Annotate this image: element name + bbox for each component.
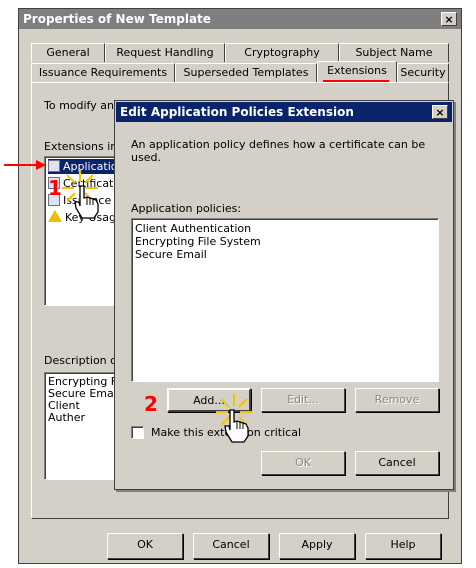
tab-general[interactable]: General — [31, 43, 105, 62]
dialog-cancel-button[interactable]: Cancel — [355, 451, 439, 475]
policy-item[interactable]: Encrypting File System — [135, 235, 435, 248]
hand-cursor-icon — [224, 409, 249, 443]
help-button[interactable]: Help — [365, 533, 441, 559]
dialog-titlebar[interactable]: Edit Application Policies Extension × — [116, 102, 452, 122]
tab-subject-name[interactable]: Subject Name — [339, 43, 449, 62]
critical-checkbox[interactable] — [131, 426, 144, 439]
certificate-icon — [48, 160, 60, 172]
policy-item[interactable]: Secure Email — [135, 248, 435, 261]
description-line: Client Auther — [48, 399, 86, 424]
window-title: Properties of New Template — [23, 12, 211, 26]
window-titlebar[interactable]: Properties of New Template × — [19, 9, 461, 29]
apply-button[interactable]: Apply — [279, 533, 355, 559]
dialog-ok-button[interactable]: OK — [261, 451, 345, 475]
description-box: Encrypting F Secure Emai Client Auther — [44, 372, 124, 480]
extensions-label: Extensions in — [44, 140, 118, 153]
ok-button[interactable]: OK — [107, 533, 183, 559]
window-close-button[interactable]: × — [441, 12, 457, 26]
description-label: Description o — [44, 354, 117, 367]
edit-button[interactable]: Edit... — [261, 388, 345, 412]
dialog-close-button[interactable]: × — [432, 105, 448, 119]
dialog-title: Edit Application Policies Extension — [120, 105, 354, 119]
tab-security[interactable]: Security — [397, 63, 449, 82]
intro-text: To modify an — [44, 99, 114, 112]
policies-label: Application policies: — [131, 202, 242, 215]
hand-cursor-icon — [74, 185, 99, 219]
dialog-description: An application policy defines how a cert… — [131, 138, 426, 164]
tab-issuance-requirements[interactable]: Issuance Requirements — [31, 63, 175, 82]
cancel-button[interactable]: Cancel — [193, 533, 269, 559]
tab-cryptography[interactable]: Cryptography — [225, 43, 339, 62]
remove-button[interactable]: Remove — [355, 388, 439, 412]
policy-item[interactable]: Client Authentication — [135, 222, 435, 235]
warning-icon — [48, 210, 62, 222]
tab-extensions[interactable]: Extensions — [317, 61, 397, 82]
policies-list[interactable]: Client Authentication Encrypting File Sy… — [131, 218, 439, 382]
step-2-label: 2 — [144, 392, 158, 416]
red-arrow-icon — [4, 160, 46, 170]
tab-request-handling[interactable]: Request Handling — [105, 43, 225, 62]
tab-superseded-templates[interactable]: Superseded Templates — [175, 63, 317, 82]
edit-policies-dialog: Edit Application Policies Extension × An… — [114, 100, 454, 490]
